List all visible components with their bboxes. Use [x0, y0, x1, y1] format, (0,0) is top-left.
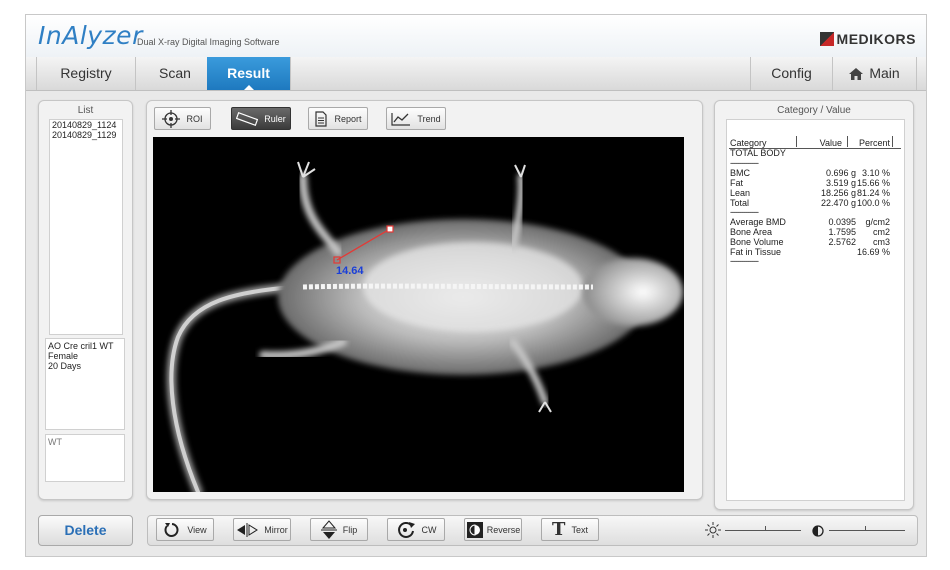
- separator: --------------: [730, 256, 759, 266]
- tab-registry[interactable]: Registry: [36, 57, 136, 90]
- reverse-label: Reverse: [486, 524, 521, 535]
- table-row: BMC 0.696 g 3.10 %: [730, 168, 890, 178]
- reverse-button[interactable]: Reverse: [464, 518, 522, 541]
- study-list[interactable]: 20140829_1124 20140829_1129: [49, 119, 123, 335]
- app-logo: InAlyzer: [38, 21, 143, 50]
- xray-image-viewport[interactable]: 14.64: [153, 137, 684, 492]
- image-tools-bar: View Mirror Flip CW Reverse T Text: [147, 515, 918, 546]
- column-divider: [847, 136, 848, 147]
- list-item[interactable]: 20140829_1129: [50, 130, 122, 140]
- header-value: Value: [819, 138, 842, 148]
- category-title: Category / Value: [777, 105, 851, 116]
- table-row: Lean 18.256 g 81.24 %: [730, 188, 890, 198]
- ruler-measurement-value: 14.64: [336, 265, 364, 277]
- mirror-icon: [236, 522, 259, 537]
- rotate-arrows-icon: [163, 522, 181, 538]
- note-box[interactable]: WT: [45, 434, 125, 482]
- ruler-handle-end[interactable]: [386, 225, 394, 233]
- header-percent: Percent: [858, 138, 890, 148]
- category-value-table: Category Value Percent TOTAL BODY ------…: [726, 119, 905, 501]
- text-button[interactable]: T Text: [541, 518, 599, 541]
- crosshair-icon: [162, 109, 181, 128]
- report-label: Report: [334, 113, 362, 124]
- nav-bar: Registry Scan Result Config Main: [26, 57, 926, 91]
- category-panel: Category / Value Category Value Percent …: [714, 100, 914, 510]
- tab-result[interactable]: Result: [207, 57, 291, 90]
- mirror-label: Mirror: [264, 524, 288, 535]
- subject-info-box: AO Cre cril1 WT Female 20 Days: [45, 338, 125, 430]
- ruler-button[interactable]: Ruler: [231, 107, 291, 130]
- flip-icon: [320, 519, 337, 540]
- app-subtitle: Dual X-ray Digital Imaging Software: [137, 37, 280, 47]
- subject-sex: Female: [48, 351, 79, 361]
- tab-config[interactable]: Config: [750, 57, 833, 90]
- subject-age: 20 Days: [48, 361, 82, 371]
- image-panel: ROI Ruler Report Trend 14.64: [146, 100, 703, 500]
- contrast-icon: [466, 521, 484, 539]
- separator: --------------: [730, 207, 759, 217]
- xray-image: 14.64: [166, 161, 683, 492]
- home-icon: [849, 67, 864, 80]
- contrast-small-icon: [812, 524, 824, 542]
- main-label: Main: [869, 65, 900, 81]
- list-item[interactable]: 20140829_1124: [50, 120, 122, 130]
- delete-button[interactable]: Delete: [38, 515, 133, 546]
- separator: --------------: [730, 158, 759, 168]
- app-window: InAlyzer Dual X-ray Digital Imaging Soft…: [25, 14, 927, 557]
- table-row: Bone Area 1.7595 cm2: [730, 227, 890, 237]
- mirror-button[interactable]: Mirror: [233, 518, 291, 541]
- document-icon: [314, 110, 328, 127]
- brightness-icon: [705, 522, 721, 543]
- section-title: TOTAL BODY: [730, 148, 786, 158]
- flip-label: Flip: [342, 524, 358, 535]
- brand-logo: MEDIKORS: [819, 31, 916, 47]
- table-row: Bone Volume 2.5762 cm3: [730, 237, 890, 247]
- roi-label: ROI: [186, 113, 203, 124]
- column-divider: [796, 136, 797, 147]
- rotate-cw-button[interactable]: CW: [387, 518, 445, 541]
- rotate-cw-icon: [396, 521, 416, 539]
- table-row: Fat 3.519 g 15.66 %: [730, 178, 890, 188]
- contrast-slider[interactable]: [829, 526, 905, 531]
- column-divider: [892, 136, 893, 147]
- trend-button[interactable]: Trend: [386, 107, 446, 130]
- report-button[interactable]: Report: [308, 107, 368, 130]
- trend-chart-icon: [391, 112, 411, 126]
- ruler-icon: [236, 111, 259, 126]
- brand-name: MEDIKORS: [836, 31, 916, 47]
- brightness-slider[interactable]: [725, 526, 801, 531]
- roi-button[interactable]: ROI: [154, 107, 211, 130]
- brightness-slider-handle[interactable]: [765, 526, 766, 531]
- view-label: View: [187, 524, 207, 535]
- cw-label: CW: [421, 524, 437, 535]
- table-header: Category Value Percent: [730, 138, 902, 148]
- text-t-icon: T: [552, 519, 566, 540]
- contrast-slider-handle[interactable]: [865, 526, 866, 531]
- trend-label: Trend: [417, 113, 441, 124]
- view-button[interactable]: View: [156, 518, 214, 541]
- ruler-label: Ruler: [264, 113, 286, 124]
- flip-button[interactable]: Flip: [310, 518, 368, 541]
- app-header: InAlyzer Dual X-ray Digital Imaging Soft…: [26, 15, 926, 57]
- subject-name: AO Cre cril1 WT: [48, 341, 114, 351]
- tab-scan[interactable]: Scan: [134, 57, 217, 90]
- text-label: Text: [571, 524, 588, 535]
- list-title: List: [77, 105, 94, 116]
- list-panel: List 20140829_1124 20140829_1129 AO Cre …: [38, 100, 133, 500]
- table-row: Average BMD 0.0395 g/cm2: [730, 217, 890, 227]
- brand-mark-icon: [819, 32, 834, 46]
- header-category: Category: [730, 138, 767, 148]
- main-button[interactable]: Main: [832, 57, 917, 90]
